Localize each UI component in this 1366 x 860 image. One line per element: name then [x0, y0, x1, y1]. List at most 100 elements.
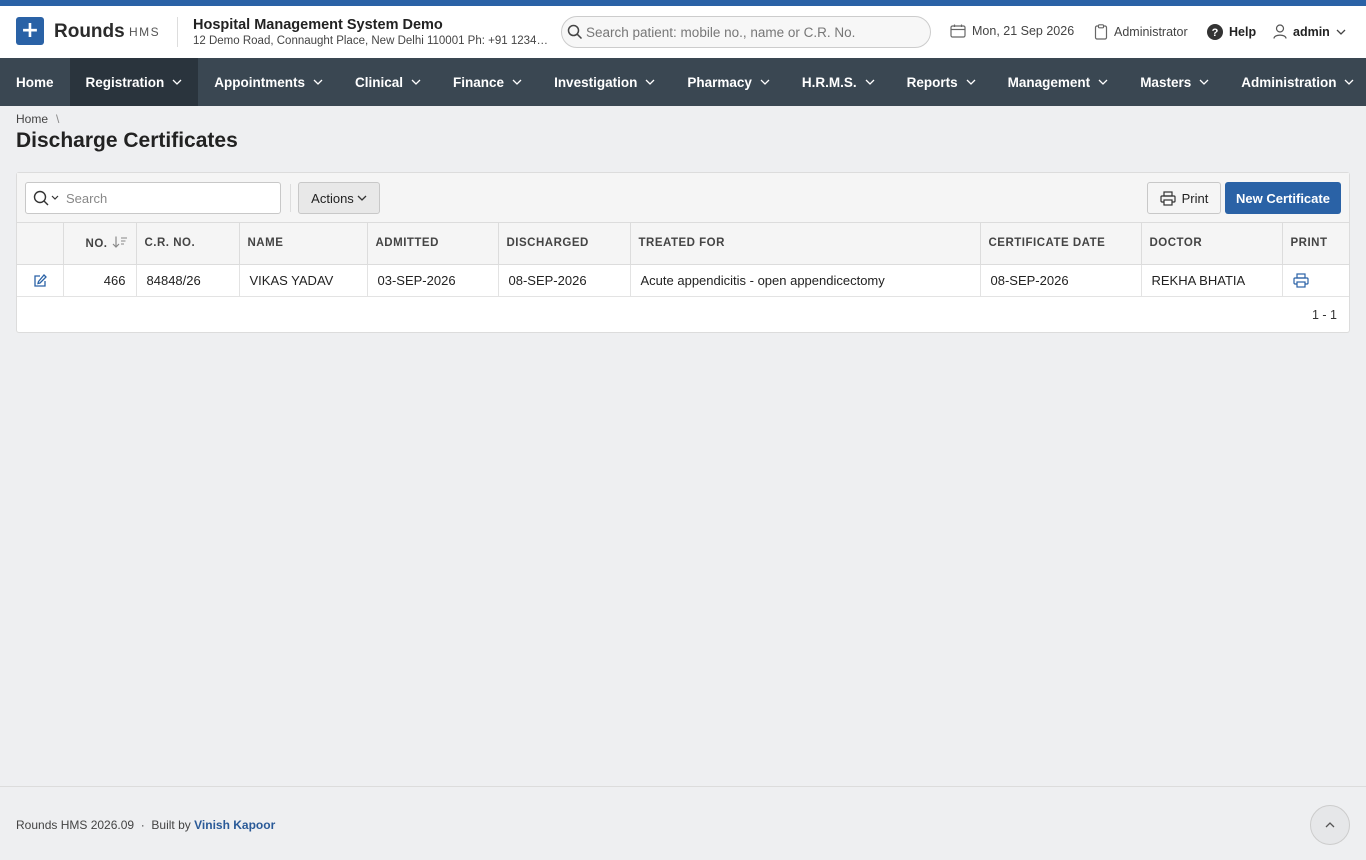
svg-text:?: ? — [1212, 27, 1219, 39]
nav-item-h-r-m-s[interactable]: H.R.M.S. — [786, 58, 891, 106]
help-icon: ? — [1207, 24, 1223, 40]
chevron-down-icon — [645, 79, 655, 85]
chevron-down-icon — [357, 195, 367, 201]
page-title: Discharge Certificates — [16, 129, 238, 152]
print-cell — [1282, 264, 1349, 297]
nav-item-registration[interactable]: Registration — [69, 58, 199, 106]
report-search-input[interactable] — [66, 184, 266, 212]
breadcrumb: Home \ — [16, 112, 59, 126]
nav-item-label: Clinical — [355, 74, 404, 90]
actions-label: Actions — [311, 190, 354, 206]
report-toolbar: Actions Print New Certificate — [17, 173, 1349, 223]
chevron-down-icon — [1098, 79, 1108, 85]
chevron-up-icon — [1325, 822, 1335, 828]
printer-icon — [1160, 190, 1176, 206]
app-header: + Rounds HMS Hospital Management System … — [0, 6, 1366, 58]
clipboard-icon — [1094, 24, 1108, 40]
user-icon — [1273, 24, 1287, 39]
nav-item-finance[interactable]: Finance — [437, 58, 538, 106]
cell-treated-for: Acute appendicitis - open appendicectomy — [630, 264, 981, 297]
column-header-treated-for[interactable]: TREATED FOR — [630, 223, 981, 265]
footer-version: Rounds HMS 2026.09 — [16, 818, 135, 832]
nav-item-investigation[interactable]: Investigation — [538, 58, 671, 106]
chevron-down-icon — [865, 79, 875, 85]
nav-item-reports[interactable]: Reports — [891, 58, 992, 106]
edit-cell — [17, 264, 64, 297]
nav-item-pharmacy[interactable]: Pharmacy — [671, 58, 786, 106]
column-header-cr-no[interactable]: C.R. NO. — [136, 223, 240, 265]
main-nav: Home Registration Appointments Clinical Fina… — [0, 58, 1366, 106]
cell-no: 466 — [63, 264, 137, 297]
report-search[interactable] — [25, 182, 281, 214]
role-label: Administrator — [1114, 25, 1188, 39]
breadcrumb-separator: \ — [56, 112, 60, 126]
nav-item-management[interactable]: Management — [992, 58, 1125, 106]
print-label: Print — [1181, 190, 1209, 206]
user-menu[interactable]: admin — [1273, 24, 1352, 39]
brand-name[interactable]: Rounds — [54, 21, 125, 43]
hospital-address: 12 Demo Road, Connaught Place, New Delhi… — [193, 35, 553, 47]
cell-admitted: 03-SEP-2026 — [367, 264, 499, 297]
cell-discharged: 08-SEP-2026 — [498, 264, 631, 297]
footer-built-by: Built by — [151, 818, 191, 832]
nav-item-label: Administration — [1241, 74, 1337, 90]
edit-icon[interactable] — [33, 272, 47, 287]
nav-item-masters[interactable]: Masters — [1124, 58, 1225, 106]
nav-item-label: Home — [16, 74, 54, 90]
search-column-selector[interactable] — [26, 183, 66, 213]
help-link[interactable]: ? Help — [1207, 24, 1256, 40]
column-header-doctor[interactable]: DOCTOR — [1141, 223, 1283, 265]
table-body: 466 84848/26 VIKAS YADAV 03-SEP-2026 08-SEP-… — [17, 264, 1349, 297]
column-header-name[interactable]: NAME — [239, 223, 368, 265]
cell-doctor: REKHA BHATIA — [1141, 264, 1283, 297]
calendar-icon — [950, 24, 966, 38]
column-header-edit — [17, 223, 64, 265]
nav-item-appointments[interactable]: Appointments — [198, 58, 339, 106]
nav-item-label: Management — [1007, 74, 1091, 90]
nav-item-home[interactable]: Home — [0, 58, 70, 106]
nav-item-clinical[interactable]: Clinical — [339, 58, 437, 106]
logo-icon[interactable]: + — [16, 17, 44, 45]
footer-separator: · — [140, 818, 145, 832]
nav-item-label: Reports — [906, 74, 958, 90]
actions-button[interactable]: Actions — [298, 182, 380, 214]
footer-author-link[interactable]: Vinish Kapoor — [194, 818, 275, 832]
chevron-down-icon — [411, 79, 421, 85]
chevron-down-icon — [1345, 79, 1354, 85]
patient-search[interactable] — [561, 16, 931, 48]
scroll-to-top-button[interactable] — [1310, 805, 1350, 845]
brand-subtitle: HMS — [129, 25, 161, 39]
column-header-admitted[interactable]: ADMITTED — [367, 223, 499, 265]
column-header-certificate-date[interactable]: CERTIFICATE DATE — [980, 223, 1142, 265]
cell-name: VIKAS YADAV — [239, 264, 368, 297]
nav-item-label: Pharmacy — [687, 74, 752, 90]
nav-item-label: Registration — [85, 74, 165, 90]
breadcrumb-home[interactable]: Home — [16, 112, 48, 126]
header-divider — [177, 17, 178, 47]
column-header-print[interactable]: PRINT — [1282, 223, 1349, 265]
column-header-discharged[interactable]: DISCHARGED — [498, 223, 631, 265]
certificates-report: Actions Print New Certificate NO. C.R. NO… — [16, 172, 1350, 333]
nav-item-label: Investigation — [554, 74, 638, 90]
sort-descending-icon — [108, 236, 128, 250]
chevron-down-icon — [760, 79, 770, 85]
help-label: Help — [1229, 25, 1257, 39]
user-name: admin — [1293, 24, 1330, 39]
chevron-down-icon — [966, 79, 976, 85]
nav-item-label: Appointments — [214, 74, 306, 90]
table-row: 466 84848/26 VIKAS YADAV 03-SEP-2026 08-SEP-… — [17, 264, 1349, 297]
footer-text: Rounds HMS 2026.09 · Built by Vinish Kap… — [16, 818, 275, 832]
chevron-down-icon — [1199, 79, 1209, 85]
nav-item-label: H.R.M.S. — [801, 74, 857, 90]
header-role[interactable]: Administrator — [1094, 24, 1188, 40]
cell-certificate-date: 08-SEP-2026 — [980, 264, 1142, 297]
column-header-no[interactable]: NO. — [63, 223, 137, 265]
printer-icon[interactable] — [1292, 272, 1309, 288]
print-button[interactable]: Print — [1147, 182, 1221, 214]
new-certificate-button[interactable]: New Certificate — [1225, 182, 1341, 214]
pagination: 1 - 1 — [1311, 307, 1337, 322]
nav-item-administration[interactable]: Administration — [1225, 58, 1366, 106]
patient-search-input[interactable] — [562, 17, 930, 47]
hospital-name: Hospital Management System Demo — [193, 17, 443, 33]
page-footer: Rounds HMS 2026.09 · Built by Vinish Kap… — [0, 786, 1366, 860]
